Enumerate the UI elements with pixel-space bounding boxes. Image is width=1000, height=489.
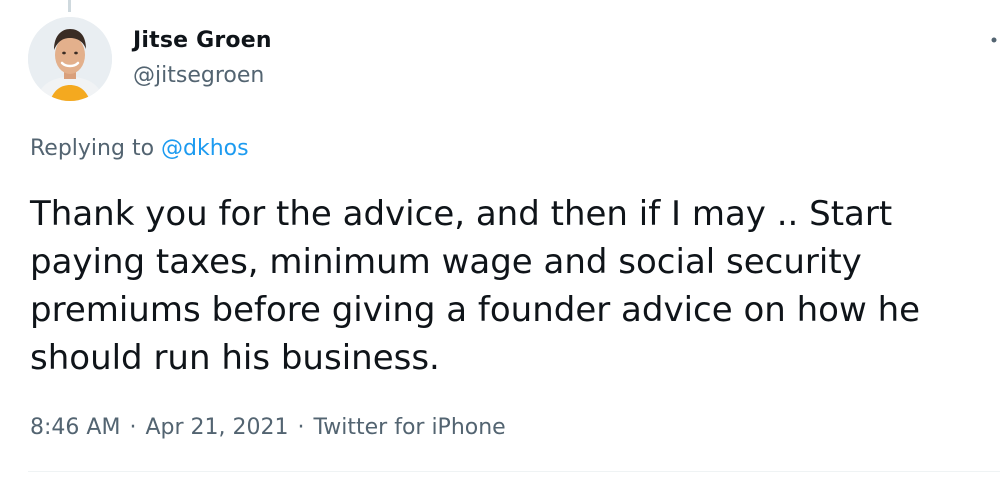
- thread-connector-line: [68, 0, 71, 12]
- author-name[interactable]: Jitse Groen: [133, 27, 272, 55]
- author-handle[interactable]: @jitsegroen: [133, 62, 264, 90]
- tweet-text: Thank you for the advice, and then if I …: [30, 194, 921, 378]
- separator-dot: ·: [297, 415, 305, 440]
- tweet-source[interactable]: Twitter for iPhone: [313, 415, 505, 440]
- replying-to: Replying to @dkhos: [30, 134, 249, 164]
- tweet-date[interactable]: Apr 21, 2021: [145, 415, 288, 440]
- tweet-time[interactable]: 8:46 AM: [30, 415, 120, 440]
- replying-to-label: Replying to: [30, 136, 155, 161]
- replying-to-handle-link[interactable]: @dkhos: [161, 136, 249, 161]
- avatar[interactable]: [28, 17, 112, 101]
- tweet-metadata: 8:46 AM · Apr 21, 2021 · Twitter for iPh…: [30, 413, 506, 443]
- more-dots-icon[interactable]: [982, 24, 1000, 60]
- profile-photo-icon: [28, 17, 112, 101]
- separator-dot: ·: [129, 415, 137, 440]
- divider: [28, 471, 1000, 472]
